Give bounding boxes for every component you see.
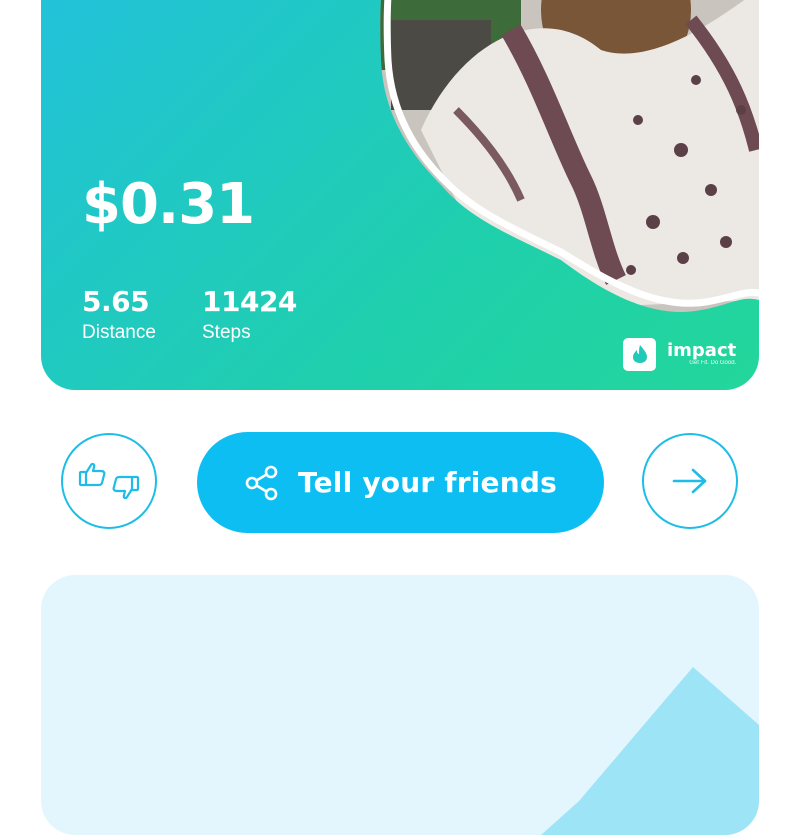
distance-value: 5.65 bbox=[82, 285, 150, 318]
distance-label: Distance bbox=[82, 322, 156, 343]
earned-amount: $0.31 bbox=[82, 172, 255, 237]
brand-name: impact bbox=[667, 340, 737, 361]
tell-friends-label: Tell your friends bbox=[298, 466, 557, 499]
brand-tagline: Get Fit. Do Good. bbox=[689, 360, 737, 366]
distance-stat: 5.65 Distance bbox=[82, 285, 156, 344]
next-card-preview bbox=[41, 575, 759, 835]
impact-summary-card: $0.31 5.65 Distance 11424 Steps impact G… bbox=[41, 0, 759, 390]
steps-label: Steps bbox=[202, 322, 251, 343]
share-icon bbox=[245, 465, 278, 500]
arrow-right-icon bbox=[672, 468, 707, 494]
brand-wordmark: impact Get Fit. Do Good. bbox=[667, 340, 737, 367]
flame-logo-icon bbox=[623, 337, 656, 371]
steps-value: 11424 bbox=[202, 285, 297, 318]
thumbs-up-down-icon bbox=[78, 462, 140, 500]
impact-logo: impact Get Fit. Do Good. bbox=[623, 336, 736, 372]
tell-friends-button[interactable]: Tell your friends bbox=[197, 432, 604, 533]
mountain-illustration bbox=[541, 667, 759, 835]
steps-stat: 11424 Steps bbox=[202, 285, 297, 344]
vote-button[interactable] bbox=[61, 433, 157, 529]
next-button[interactable] bbox=[642, 433, 738, 529]
